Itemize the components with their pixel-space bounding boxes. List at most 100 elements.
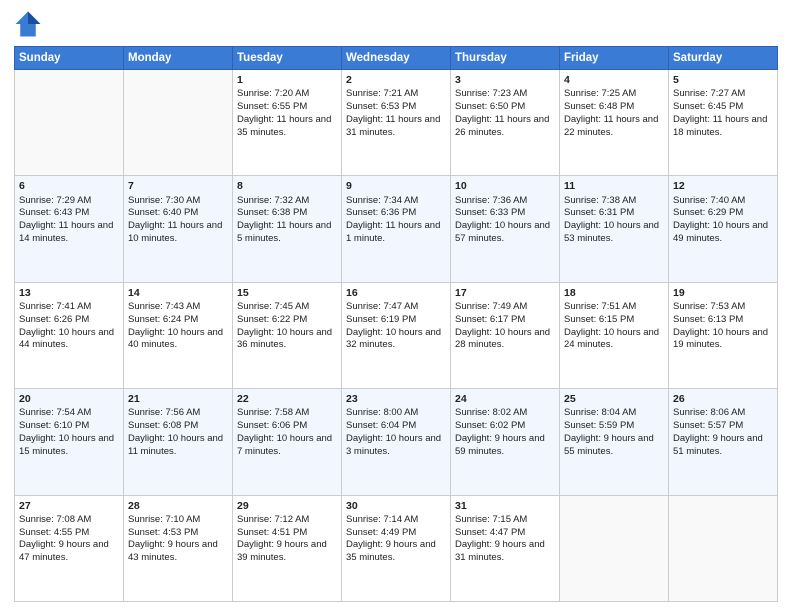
- sunset-text: Sunset: 6:24 PM: [128, 314, 198, 325]
- calendar-cell: [669, 495, 778, 601]
- day-number: 20: [19, 392, 119, 406]
- day-number: 16: [346, 286, 446, 300]
- sunrise-text: Sunrise: 7:23 AM: [455, 88, 527, 99]
- day-number: 7: [128, 179, 228, 193]
- sunrise-text: Sunrise: 7:47 AM: [346, 301, 418, 312]
- calendar-cell: 18Sunrise: 7:51 AMSunset: 6:15 PMDayligh…: [560, 282, 669, 388]
- day-number: 30: [346, 499, 446, 513]
- daylight-text: Daylight: 11 hours and 1 minute.: [346, 220, 440, 244]
- daylight-text: Daylight: 10 hours and 28 minutes.: [455, 327, 550, 351]
- logo-icon: [14, 10, 42, 38]
- calendar-cell: 28Sunrise: 7:10 AMSunset: 4:53 PMDayligh…: [124, 495, 233, 601]
- calendar-cell: 8Sunrise: 7:32 AMSunset: 6:38 PMDaylight…: [233, 176, 342, 282]
- sunrise-text: Sunrise: 7:38 AM: [564, 195, 636, 206]
- sunset-text: Sunset: 6:22 PM: [237, 314, 307, 325]
- calendar-week-row: 1Sunrise: 7:20 AMSunset: 6:55 PMDaylight…: [15, 70, 778, 176]
- calendar-cell: 12Sunrise: 7:40 AMSunset: 6:29 PMDayligh…: [669, 176, 778, 282]
- calendar-cell: 4Sunrise: 7:25 AM Sunset: 6:48 PM Daylight…: [560, 70, 669, 176]
- calendar-cell: 2Sunrise: 7:21 AMSunset: 6:53 PMDaylight…: [342, 70, 451, 176]
- weekday-header: Friday: [560, 47, 669, 70]
- calendar-cell: 31Sunrise: 7:15 AMSunset: 4:47 PMDayligh…: [451, 495, 560, 601]
- sunset-text: Sunset: 6:02 PM: [455, 420, 525, 431]
- daylight-text: Daylight: 10 hours and 57 minutes.: [455, 220, 550, 244]
- sunset-text: Sunset: 6:31 PM: [564, 207, 634, 218]
- weekday-header: Thursday: [451, 47, 560, 70]
- daylight-text: Daylight: 10 hours and 11 minutes.: [128, 433, 223, 457]
- daylight-text: Daylight: 10 hours and 40 minutes.: [128, 327, 223, 351]
- sunrise-text: Sunrise: 7:32 AM: [237, 195, 309, 206]
- daylight-text: Daylight: 10 hours and 53 minutes.: [564, 220, 659, 244]
- calendar-week-row: 6Sunrise: 7:29 AMSunset: 6:43 PMDaylight…: [15, 176, 778, 282]
- sunset-text: Sunset: 6:43 PM: [19, 207, 89, 218]
- calendar-cell: 17Sunrise: 7:49 AMSunset: 6:17 PMDayligh…: [451, 282, 560, 388]
- sunrise-text: Sunrise: 7:30 AM: [128, 195, 200, 206]
- sunrise-text: Sunrise: 8:04 AM: [564, 407, 636, 418]
- day-number: 22: [237, 392, 337, 406]
- daylight-text: Daylight: 9 hours and 43 minutes.: [128, 539, 218, 563]
- day-number: 17: [455, 286, 555, 300]
- calendar-cell: 24Sunrise: 8:02 AMSunset: 6:02 PMDayligh…: [451, 389, 560, 495]
- calendar-cell: 7Sunrise: 7:30 AMSunset: 6:40 PMDaylight…: [124, 176, 233, 282]
- daylight-text: Daylight: 9 hours and 35 minutes.: [346, 539, 436, 563]
- daylight-text: Daylight: 10 hours and 44 minutes.: [19, 327, 114, 351]
- sunset-text: Sunset: 6:29 PM: [673, 207, 743, 218]
- sunset-text: Sunset: 6:45 PM: [673, 101, 743, 112]
- daylight-text: Daylight: 9 hours and 31 minutes.: [455, 539, 545, 563]
- header-row: SundayMondayTuesdayWednesdayThursdayFrid…: [15, 47, 778, 70]
- sunset-text: Sunset: 6:55 PM: [237, 101, 307, 112]
- calendar-cell: 13Sunrise: 7:41 AMSunset: 6:26 PMDayligh…: [15, 282, 124, 388]
- calendar-cell: 23Sunrise: 8:00 AMSunset: 6:04 PMDayligh…: [342, 389, 451, 495]
- sunset-text: Sunset: 6:50 PM: [455, 101, 525, 112]
- daylight-text: Daylight: 11 hours and 22 minutes.: [564, 114, 658, 138]
- daylight-text: Daylight: 9 hours and 59 minutes.: [455, 433, 545, 457]
- calendar-week-row: 13Sunrise: 7:41 AMSunset: 6:26 PMDayligh…: [15, 282, 778, 388]
- calendar-cell: [124, 70, 233, 176]
- day-number: 4: [564, 73, 664, 87]
- daylight-text: Daylight: 10 hours and 15 minutes.: [19, 433, 114, 457]
- sunrise-text: Sunrise: 8:06 AM: [673, 407, 745, 418]
- day-number: 28: [128, 499, 228, 513]
- weekday-header: Saturday: [669, 47, 778, 70]
- daylight-text: Daylight: 9 hours and 55 minutes.: [564, 433, 654, 457]
- sunset-text: Sunset: 6:26 PM: [19, 314, 89, 325]
- calendar-cell: 3Sunrise: 7:23 AMSunset: 6:50 PMDaylight…: [451, 70, 560, 176]
- day-number: 10: [455, 179, 555, 193]
- sunrise-text: Sunrise: 7:08 AM: [19, 514, 91, 525]
- day-number: 12: [673, 179, 773, 193]
- calendar-cell: 27Sunrise: 7:08 AMSunset: 4:55 PMDayligh…: [15, 495, 124, 601]
- daylight-text: Daylight: 11 hours and 5 minutes.: [237, 220, 331, 244]
- daylight-text: Daylight: 9 hours and 47 minutes.: [19, 539, 109, 563]
- logo: [14, 10, 46, 38]
- day-number: 13: [19, 286, 119, 300]
- sunset-text: Sunset: 6:15 PM: [564, 314, 634, 325]
- daylight-text: Daylight: 9 hours and 39 minutes.: [237, 539, 327, 563]
- day-number: 11: [564, 179, 664, 193]
- sunrise-text: Sunrise: 7:15 AM: [455, 514, 527, 525]
- daylight-text: Daylight: 11 hours and 14 minutes.: [19, 220, 113, 244]
- day-number: 1: [237, 73, 337, 87]
- sunset-text: Sunset: 6:06 PM: [237, 420, 307, 431]
- weekday-header: Monday: [124, 47, 233, 70]
- day-number: 19: [673, 286, 773, 300]
- sunrise-text: Sunrise: 7:34 AM: [346, 195, 418, 206]
- sunrise-text: Sunrise: 7:45 AM: [237, 301, 309, 312]
- sunrise-text: Sunrise: 7:25 AM: [564, 88, 636, 99]
- daylight-text: Daylight: 10 hours and 49 minutes.: [673, 220, 768, 244]
- sunrise-text: Sunrise: 7:49 AM: [455, 301, 527, 312]
- sunset-text: Sunset: 6:36 PM: [346, 207, 416, 218]
- day-number: 18: [564, 286, 664, 300]
- sunrise-text: Sunrise: 7:58 AM: [237, 407, 309, 418]
- sunset-text: Sunset: 6:13 PM: [673, 314, 743, 325]
- calendar-cell: 30Sunrise: 7:14 AMSunset: 4:49 PMDayligh…: [342, 495, 451, 601]
- sunset-text: Sunset: 6:48 PM: [564, 101, 634, 112]
- sunrise-text: Sunrise: 8:02 AM: [455, 407, 527, 418]
- day-number: 25: [564, 392, 664, 406]
- daylight-text: Daylight: 9 hours and 51 minutes.: [673, 433, 763, 457]
- sunrise-text: Sunrise: 7:14 AM: [346, 514, 418, 525]
- sunset-text: Sunset: 6:38 PM: [237, 207, 307, 218]
- sunrise-text: Sunrise: 7:27 AM: [673, 88, 745, 99]
- day-number: 23: [346, 392, 446, 406]
- weekday-header: Tuesday: [233, 47, 342, 70]
- daylight-text: Daylight: 10 hours and 24 minutes.: [564, 327, 659, 351]
- calendar-cell: 19Sunrise: 7:53 AMSunset: 6:13 PMDayligh…: [669, 282, 778, 388]
